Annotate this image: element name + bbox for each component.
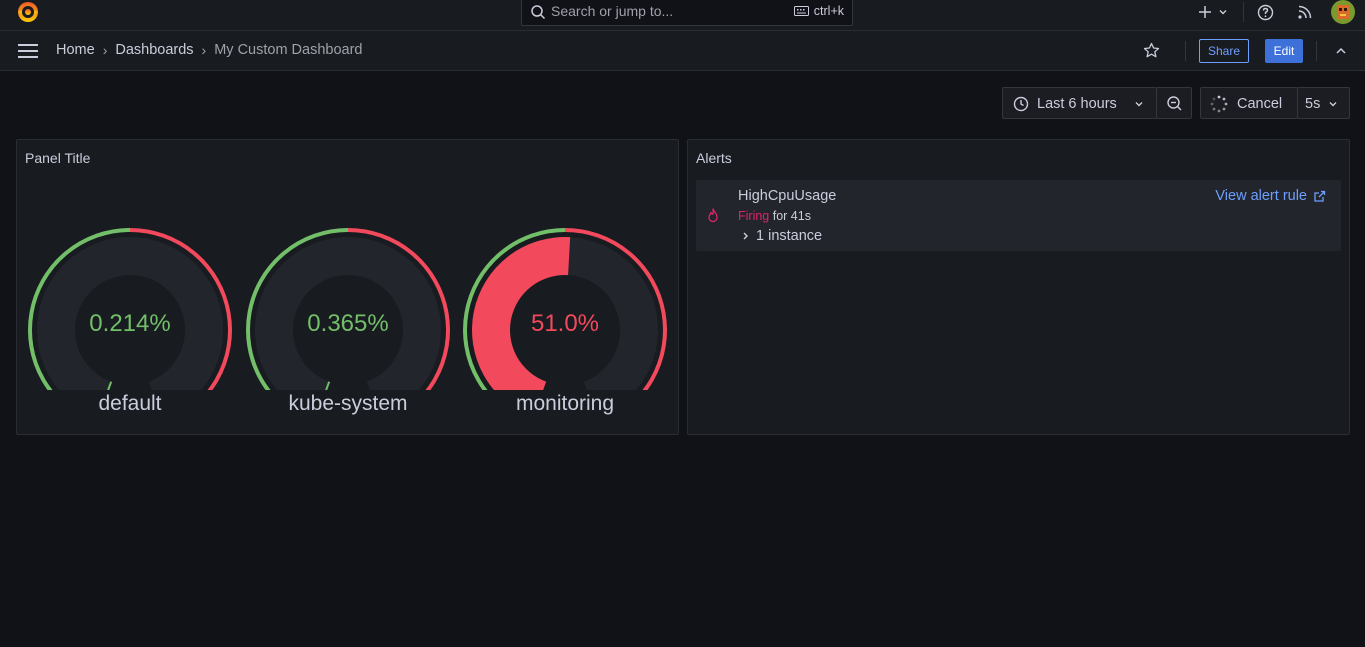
refresh-interval-label: 5s — [1305, 96, 1321, 112]
gauge-value: 51.0% — [530, 310, 600, 337]
search-icon — [530, 4, 546, 23]
news-button[interactable] — [1297, 0, 1313, 24]
share-button[interactable]: Share — [1199, 39, 1249, 63]
breadcrumb-bar: Home › Dashboards › My Custom Dashboard … — [0, 31, 1365, 71]
alerts-panel: Alerts HighCpuUsage Firing for 41s 1 ins… — [687, 139, 1350, 435]
chevron-right-icon: › — [201, 42, 207, 58]
panel-title[interactable]: Alerts — [696, 150, 732, 166]
zoom-out-button[interactable] — [1156, 87, 1192, 119]
chevron-down-icon — [1135, 102, 1143, 107]
breadcrumb-current: My Custom Dashboard — [214, 42, 363, 58]
alert-item: HighCpuUsage Firing for 41s 1 instance V… — [696, 180, 1341, 251]
rss-icon — [1298, 5, 1312, 19]
gauge-value: 0.214% — [89, 310, 171, 337]
cancel-refresh-button[interactable]: Cancel — [1200, 87, 1298, 119]
edit-button[interactable]: Edit — [1265, 39, 1303, 63]
keyboard-icon — [793, 6, 809, 16]
gauge-panel: Panel Title 0.214% default 0.365% kube-syst… — [16, 139, 679, 435]
breadcrumb: Home › Dashboards › My Custom Dashboard — [56, 42, 363, 58]
view-alert-rule-link[interactable]: View alert rule — [1215, 188, 1326, 204]
alert-state-firing: Firing — [738, 209, 770, 223]
new-menu-button[interactable] — [1197, 0, 1229, 24]
external-link-icon — [1314, 190, 1326, 202]
collapse-button[interactable] — [1334, 44, 1348, 61]
help-icon — [1257, 4, 1274, 20]
gauge-value: 0.365% — [307, 310, 389, 337]
zoom-out-icon — [1167, 96, 1182, 111]
menu-toggle-button[interactable] — [18, 44, 38, 58]
hamburger-icon-line — [18, 44, 38, 46]
gauge-kube-system: 0.365% kube-system — [243, 180, 453, 430]
gauge-graphic — [246, 228, 450, 390]
chevron-right-icon: › — [102, 42, 108, 58]
breadcrumb-dashboards[interactable]: Dashboards — [115, 42, 193, 58]
gauge-default: 0.214% default — [25, 180, 235, 430]
alert-state: Firing for 41s — [738, 209, 811, 223]
chevron-right-icon — [743, 232, 748, 240]
favorite-button[interactable] — [1143, 42, 1160, 62]
user-avatar-icon — [1331, 0, 1355, 24]
gauge-label: default — [98, 392, 162, 415]
gauge-label: monitoring — [515, 392, 615, 415]
alert-instances-toggle[interactable]: 1 instance — [742, 228, 822, 244]
search-input[interactable]: Search or jump to... ctrl+k — [521, 0, 853, 26]
cancel-label: Cancel — [1237, 96, 1283, 112]
divider — [1185, 41, 1186, 61]
chevron-down-icon — [1329, 102, 1337, 107]
gauge-label: kube-system — [288, 392, 408, 415]
clock-icon — [1013, 96, 1029, 112]
chevron-up-icon — [1336, 47, 1346, 54]
search-shortcut: ctrl+k — [793, 4, 844, 18]
top-bar: Search or jump to... ctrl+k — [0, 0, 1365, 31]
gauge-graphic — [28, 228, 232, 390]
refresh-interval-picker[interactable]: 5s — [1297, 87, 1350, 119]
alert-instances-label: 1 instance — [756, 228, 823, 244]
alert-name: HighCpuUsage — [738, 188, 837, 204]
search-placeholder: Search or jump to... — [551, 3, 674, 19]
breadcrumb-home[interactable]: Home — [56, 42, 95, 58]
help-button[interactable] — [1257, 0, 1274, 24]
avatar[interactable] — [1331, 0, 1355, 24]
chevron-down-icon — [1219, 10, 1227, 15]
time-range-picker[interactable]: Last 6 hours — [1002, 87, 1157, 119]
hamburger-icon-line — [18, 56, 38, 58]
hamburger-icon-line — [18, 50, 38, 52]
search-shortcut-label: ctrl+k — [813, 4, 844, 18]
panel-title[interactable]: Panel Title — [25, 150, 90, 166]
view-alert-rule-label: View alert rule — [1215, 188, 1307, 204]
gauge-monitoring: 51.0% monitoring — [460, 180, 670, 430]
divider — [1316, 41, 1317, 61]
grafana-logo-icon[interactable] — [16, 0, 40, 24]
gauge-graphic — [463, 228, 667, 390]
alert-duration: for 41s — [772, 209, 811, 223]
time-range-label: Last 6 hours — [1037, 96, 1117, 112]
fire-icon — [708, 208, 718, 223]
divider — [1243, 2, 1244, 22]
plus-icon — [1199, 6, 1211, 18]
star-icon — [1143, 42, 1160, 58]
spinner-icon — [1210, 95, 1228, 113]
